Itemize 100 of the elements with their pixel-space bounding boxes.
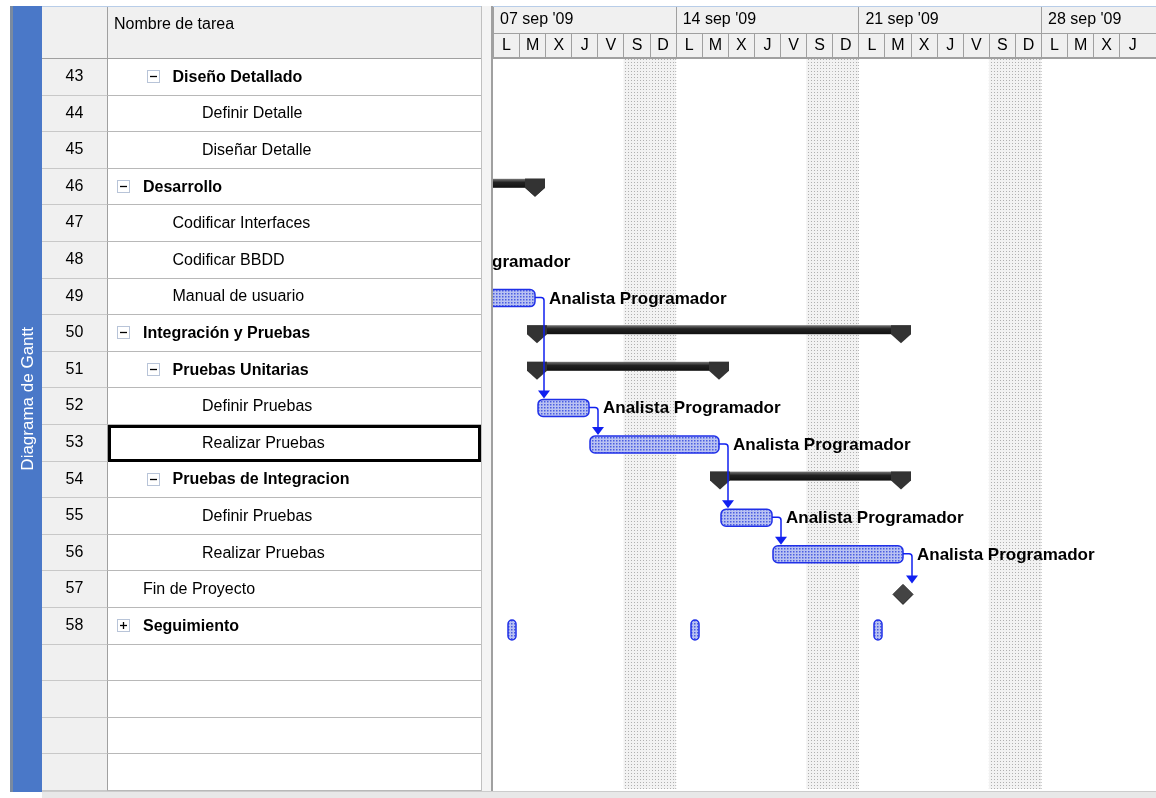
day-label: M xyxy=(884,34,911,57)
task-bar[interactable] xyxy=(493,288,536,308)
task-name-cell[interactable]: Pruebas Unitarias xyxy=(108,351,481,389)
day-label: V xyxy=(962,34,989,57)
task-name-cell[interactable]: Definir Detalle xyxy=(108,95,481,133)
day-label: M xyxy=(701,34,728,57)
task-name-cell[interactable]: Realizar Pruebas xyxy=(108,534,481,572)
task-name: Desarrollo xyxy=(143,177,223,196)
selected-cell[interactable]: Realizar Pruebas xyxy=(108,424,481,462)
day-label: L xyxy=(858,34,885,57)
summary-bar[interactable] xyxy=(710,471,911,490)
header-cell xyxy=(42,7,108,59)
recurring-task-bar[interactable] xyxy=(690,619,700,641)
day-label: J xyxy=(1119,34,1146,57)
collapse-icon[interactable] xyxy=(146,70,160,84)
day-label: D xyxy=(1014,34,1041,57)
row-number: 43 xyxy=(42,59,108,96)
row-number: 57 xyxy=(42,571,108,608)
row-number: 50 xyxy=(42,315,108,352)
day-label: V xyxy=(597,34,624,57)
day-label: X xyxy=(545,34,572,57)
link-arrow xyxy=(902,553,918,584)
week-label: 14 sep '09 xyxy=(675,7,859,34)
resource-label: Analista Programador xyxy=(603,398,781,418)
collapse-icon[interactable] xyxy=(146,363,160,377)
day-label: X xyxy=(1093,34,1120,57)
week-label: 07 sep '09 xyxy=(493,7,676,34)
task-bar[interactable] xyxy=(589,435,720,454)
expand-icon[interactable] xyxy=(117,619,130,633)
task-name-cell[interactable]: Diseño Detallado xyxy=(108,59,481,96)
resource-label: Analista Programador xyxy=(549,288,727,308)
task-name-cell[interactable]: Desarrollo xyxy=(108,168,481,206)
task-name-cell[interactable]: Seguimiento xyxy=(108,607,481,645)
day-label: J xyxy=(753,34,781,57)
task-bar[interactable] xyxy=(720,508,773,527)
summary-bar[interactable] xyxy=(527,361,729,380)
link-arrow xyxy=(771,516,787,545)
task-name: Realizar Pruebas xyxy=(202,543,325,562)
task-name: Diseño Detallado xyxy=(172,67,303,86)
task-name: Seguimiento xyxy=(143,616,239,635)
day-label: X xyxy=(727,34,754,57)
task-name-cell[interactable]: Fin de Proyecto xyxy=(108,571,481,608)
day-label: J xyxy=(936,34,963,57)
task-name-cell[interactable]: Definir Pruebas xyxy=(108,388,481,425)
task-name-cell[interactable]: Definir Pruebas xyxy=(108,498,481,535)
day-label: S xyxy=(623,34,650,57)
task-name-cell[interactable]: Manual de usuario xyxy=(108,278,481,316)
scrollbar[interactable] xyxy=(42,791,1156,798)
task-name: Definir Detalle xyxy=(202,104,303,123)
milestone-diamond[interactable] xyxy=(892,583,914,605)
task-name-cell[interactable]: Integración y Pruebas xyxy=(108,315,481,352)
task-bar[interactable] xyxy=(537,398,590,418)
resource-label: gramador xyxy=(493,252,571,271)
row-number: 45 xyxy=(42,132,108,169)
resource-label: Analista Programador xyxy=(786,508,964,528)
collapse-icon[interactable] xyxy=(146,472,160,486)
resource-label: Analista Programador xyxy=(917,544,1095,564)
week-label: 28 sep '09 xyxy=(1041,7,1156,34)
task-name-cell[interactable]: Diseñar Detalle xyxy=(108,132,481,169)
recurring-task-bar[interactable] xyxy=(873,619,883,641)
task-name: Codificar Interfaces xyxy=(172,214,311,233)
column-header[interactable]: Nombre de tarea xyxy=(108,7,481,59)
task-name: Integración y Pruebas xyxy=(143,323,311,342)
row-number: 46 xyxy=(42,168,108,206)
task-name-cell[interactable]: Pruebas de Integracion xyxy=(108,461,481,499)
day-label: S xyxy=(806,34,833,57)
week-label: 21 sep '09 xyxy=(858,7,1042,34)
task-name-cell[interactable]: Codificar BBDD xyxy=(108,241,481,279)
view-bar-label: Diagrama de Gantt xyxy=(17,327,38,471)
task-name: Realizar Pruebas xyxy=(202,434,325,453)
day-label: L xyxy=(493,34,520,57)
summary-bar[interactable] xyxy=(527,325,911,344)
collapse-icon[interactable] xyxy=(117,180,130,194)
link-arrow xyxy=(588,406,604,435)
day-label: X xyxy=(910,34,937,57)
day-label: M xyxy=(1067,34,1094,57)
day-label: J xyxy=(571,34,598,57)
task-name: Codificar BBDD xyxy=(172,250,285,269)
summary-bar[interactable] xyxy=(493,178,545,197)
row-number: 44 xyxy=(42,95,108,133)
task-name: Diseñar Detalle xyxy=(202,141,312,159)
task-name: Pruebas de Integracion xyxy=(172,470,350,489)
collapse-icon[interactable] xyxy=(117,326,130,340)
day-label: D xyxy=(832,34,859,57)
task-name: Definir Pruebas xyxy=(202,397,313,416)
day-label: D xyxy=(649,34,676,57)
day-label: L xyxy=(1040,34,1068,57)
link-arrow xyxy=(718,443,734,509)
recurring-task-bar[interactable] xyxy=(507,619,517,641)
day-label: S xyxy=(988,34,1015,57)
day-label: M xyxy=(519,34,546,57)
row-number: 51 xyxy=(42,351,108,389)
task-name-cell[interactable]: Codificar Interfaces xyxy=(108,205,481,242)
task-name: Pruebas Unitarias xyxy=(172,360,309,379)
row-number: 52 xyxy=(42,388,108,425)
task-name: Fin de Proyecto xyxy=(143,580,256,599)
row-number: 49 xyxy=(42,278,108,316)
row-number: 53 xyxy=(42,424,108,462)
resource-label: Analista Programador xyxy=(733,435,911,454)
task-bar[interactable] xyxy=(772,545,904,564)
